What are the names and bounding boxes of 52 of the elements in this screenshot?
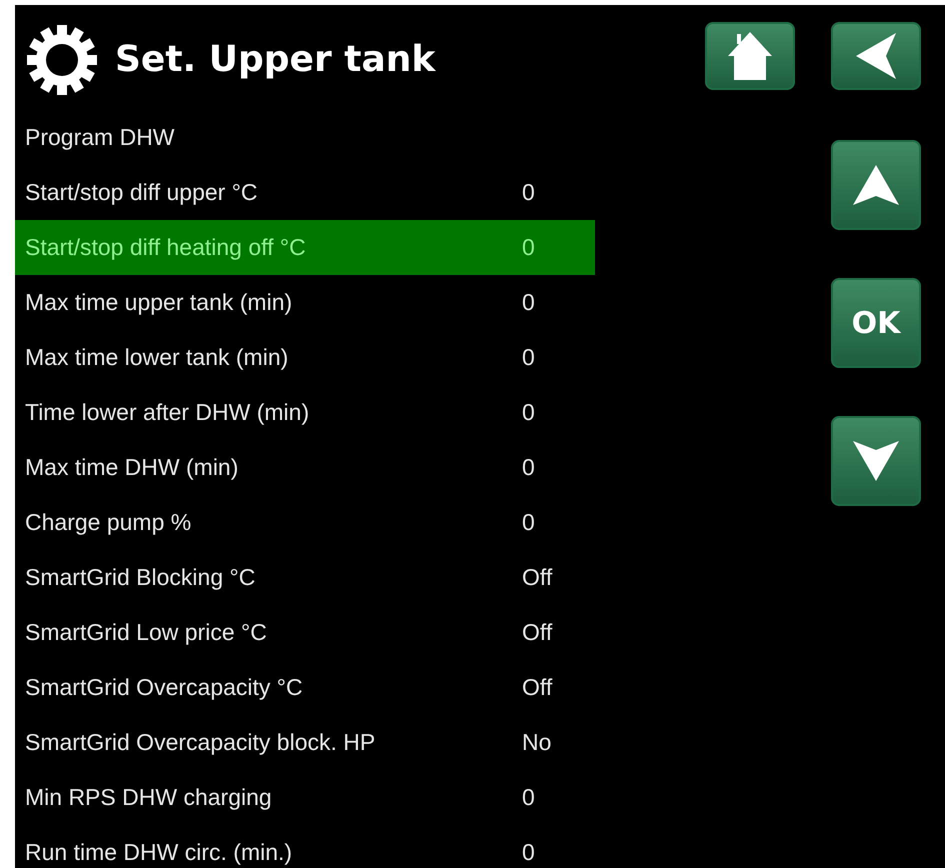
setting-row[interactable]: SmartGrid Overcapacity block. HP No xyxy=(15,715,595,770)
setting-label: Start/stop diff heating off °C xyxy=(25,233,307,262)
setting-row[interactable]: SmartGrid Overcapacity °C Off xyxy=(15,660,595,715)
setting-label: SmartGrid Blocking °C xyxy=(25,563,256,592)
down-button[interactable] xyxy=(831,416,921,506)
setting-label: Run time DHW circ. (min.) xyxy=(25,838,294,868)
setting-value: 0 xyxy=(522,178,535,208)
setting-label: SmartGrid Overcapacity °C xyxy=(25,673,304,702)
setting-row[interactable]: SmartGrid Low price °C Off xyxy=(15,605,595,660)
setting-label: Time lower after DHW (min) xyxy=(25,398,310,428)
setting-row[interactable]: Start/stop diff upper °C 0 xyxy=(15,165,595,220)
setting-label: Max time upper tank (min) xyxy=(25,288,294,318)
setting-row[interactable]: Max time DHW (min) 0 xyxy=(15,440,595,495)
setting-label: Start/stop diff upper °C xyxy=(25,178,259,208)
setting-row[interactable]: Run time DHW circ. (min.) 0 xyxy=(15,825,595,868)
setting-label: Charge pump % xyxy=(25,508,192,538)
setting-value: 0 xyxy=(522,288,535,318)
setting-row[interactable]: Time lower after DHW (min) 0 xyxy=(15,385,595,440)
setting-label: Max time DHW (min) xyxy=(25,453,240,482)
ok-button[interactable]: OK xyxy=(831,278,921,368)
setting-value: 0 xyxy=(522,453,535,482)
setting-label: Max time lower tank (min) xyxy=(25,343,290,372)
setting-value: 0 xyxy=(522,343,535,372)
setting-value: Off xyxy=(522,563,552,592)
setting-value: 0 xyxy=(522,838,535,868)
home-icon xyxy=(727,30,773,82)
setting-value: Off xyxy=(522,673,552,702)
up-button[interactable] xyxy=(831,140,921,230)
setting-row[interactable]: Max time lower tank (min) 0 xyxy=(15,330,595,385)
screen-title: Set. Upper tank xyxy=(115,38,436,82)
up-arrow-icon xyxy=(851,163,901,207)
setting-label: Program DHW xyxy=(25,123,176,152)
setting-value: No xyxy=(522,728,552,758)
setting-row[interactable]: Min RPS DHW charging 0 xyxy=(15,770,595,825)
back-icon xyxy=(854,31,898,81)
setting-row[interactable]: Program DHW xyxy=(15,110,595,165)
setting-value: 0 xyxy=(522,508,535,538)
settings-icon xyxy=(25,23,99,97)
setting-value: 0 xyxy=(522,233,535,262)
setting-label: SmartGrid Low price °C xyxy=(25,618,268,648)
setting-row[interactable]: Max time upper tank (min) 0 xyxy=(15,275,595,330)
selected-setting-row[interactable]: Start/stop diff heating off °C 0 xyxy=(15,220,595,275)
setting-value: 0 xyxy=(522,783,535,812)
setting-label: Min RPS DHW charging xyxy=(25,783,273,812)
down-arrow-icon xyxy=(851,439,901,483)
setting-row[interactable]: Charge pump % 0 xyxy=(15,495,595,550)
setting-value: Off xyxy=(522,618,552,648)
setting-label: SmartGrid Overcapacity block. HP xyxy=(25,728,376,758)
back-button[interactable] xyxy=(831,22,921,90)
setting-row[interactable]: SmartGrid Blocking °C Off xyxy=(15,550,595,605)
setting-value: 0 xyxy=(522,398,535,428)
home-button[interactable] xyxy=(705,22,795,90)
